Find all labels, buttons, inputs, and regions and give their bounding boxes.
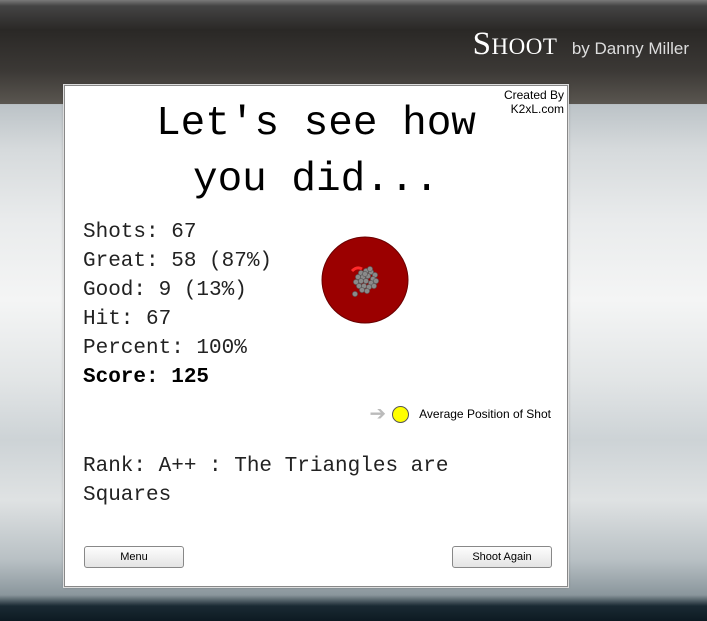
stat-hit: Hit: 67 [83,308,172,331]
rank-line-2: Squares [83,484,172,507]
rank-text: Rank: A++ : The Triangles are Squares [83,452,553,510]
average-position-legend: ➔ Average Position of Shot [369,404,551,424]
stat-shots: Shots: 67 [83,221,197,244]
average-position-label: Average Position of Shot [419,407,551,421]
brand: Shoot by Danny Miller [473,26,689,63]
stat-great: Great: 58 (87%) [83,250,273,273]
results-panel: Created By K2xL.com Let's see how you di… [63,84,569,588]
stat-score: Score: 125 [83,366,210,389]
menu-button[interactable]: Menu [84,546,184,568]
stat-percent: Percent: 100% [83,337,247,360]
average-position-marker [392,405,410,423]
arrow-right-icon: ➔ [369,403,387,425]
results-heading: Let's see how you did... [65,96,567,208]
heading-line-2: you did... [192,157,440,203]
app-title: Shoot [472,26,558,62]
app-author: by Danny Miller [571,39,689,58]
heading-line-1: Let's see how [156,101,476,147]
stat-good: Good: 9 (13%) [83,279,247,302]
shot-target [321,236,409,324]
shoot-again-button[interactable]: Shoot Again [452,546,552,568]
stats-list: Shots: 67 Great: 58 (87%) Good: 9 (13%) … [83,218,272,392]
rank-line-1: Rank: A++ : The Triangles are [83,455,449,478]
